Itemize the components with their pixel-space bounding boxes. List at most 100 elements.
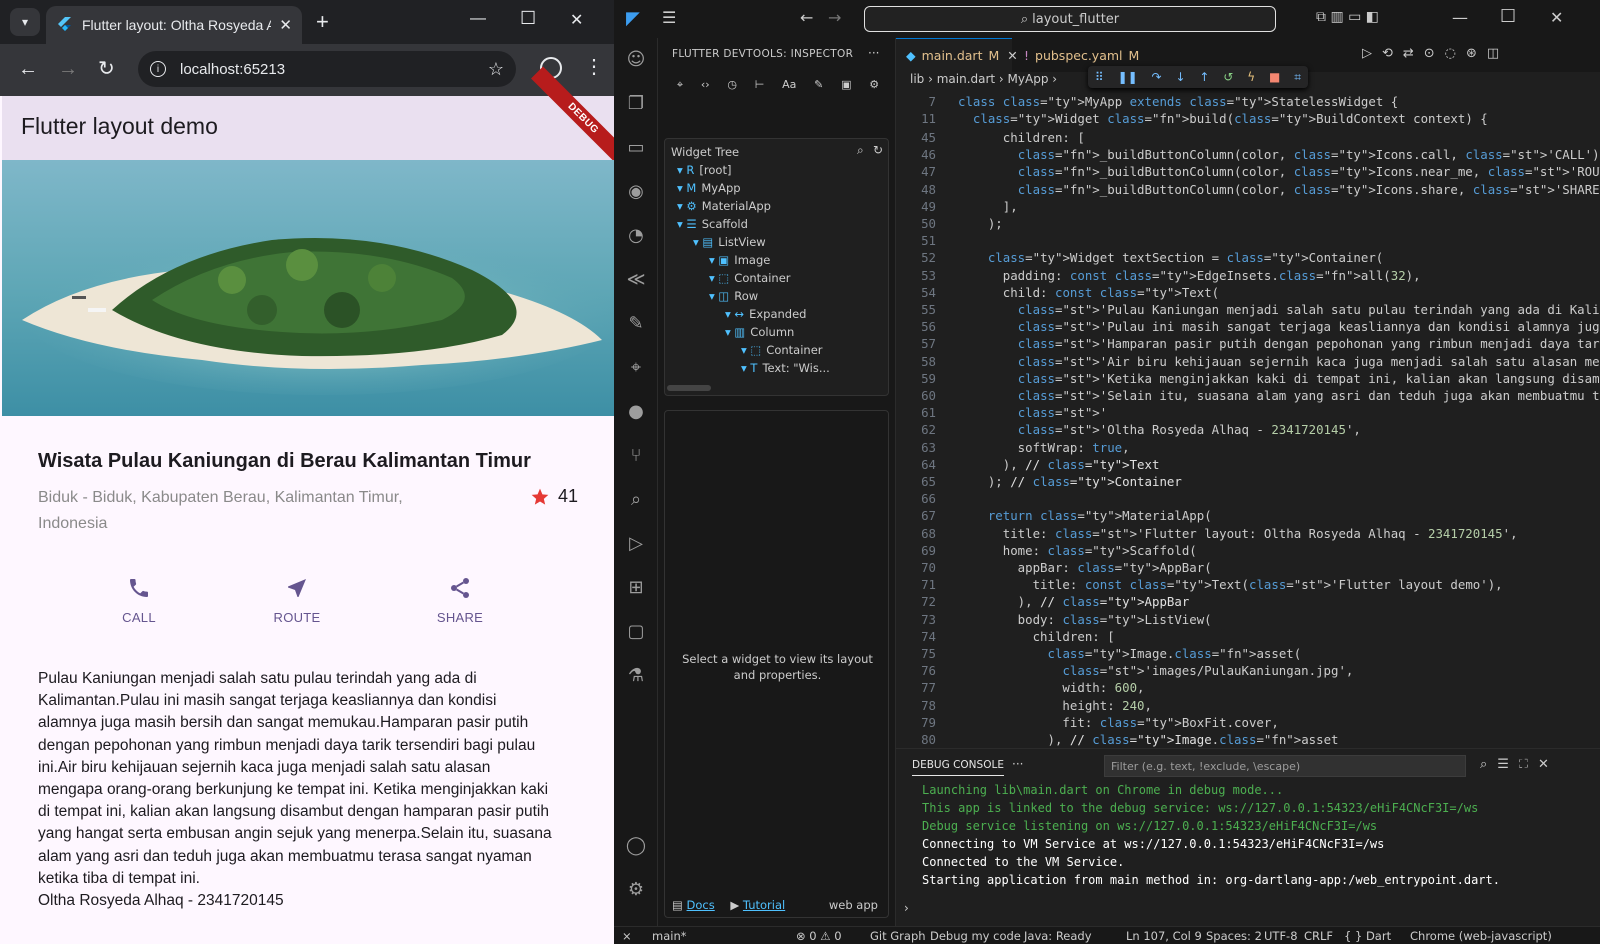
search-icon[interactable]: ⌕ <box>624 488 648 512</box>
testing-icon[interactable]: ⚗ <box>624 664 648 688</box>
code-line[interactable]: body: class="ty">ListView( <box>958 612 1212 627</box>
tree-node[interactable]: ▾ ▤ ListView <box>693 235 766 249</box>
debug-console-tab[interactable]: DEBUG CONSOLE <box>912 759 1004 776</box>
git-graph[interactable]: Git Graph <box>870 929 926 943</box>
tree-node[interactable]: ▾ R [root] <box>677 163 731 177</box>
code-line[interactable]: ), // class="ty">AppBar <box>958 594 1190 609</box>
code-line[interactable]: class="fn">_buildButtonColumn(color, cla… <box>958 164 1600 179</box>
images-icon[interactable]: ▣ <box>841 78 851 98</box>
tree-node[interactable]: ▾ M MyApp <box>677 181 741 195</box>
bookmark-star-icon[interactable]: ☆ <box>488 59 504 80</box>
code-line[interactable]: child: const class="ty">Text( <box>958 285 1219 300</box>
code-line[interactable]: class="st">'Hamparan pasir putih dengan … <box>958 336 1600 351</box>
tree-refresh-icon[interactable]: ↻ <box>873 143 883 157</box>
debug-mode[interactable]: Debug my code <box>930 929 1021 943</box>
code-line[interactable]: home: class="ty">Scaffold( <box>958 543 1197 558</box>
guidelines-icon[interactable]: ⊢ <box>755 78 765 98</box>
flutter-icon[interactable]: ≪ <box>624 268 648 292</box>
indentation[interactable]: Spaces: 2 <box>1206 929 1262 943</box>
inspector-settings-icon[interactable]: ⚙ <box>869 78 879 98</box>
step-into-icon[interactable]: ↓ <box>1175 70 1185 84</box>
tree-node[interactable]: ▾ ⚙ MaterialApp <box>677 199 771 213</box>
slow-animation-icon[interactable]: ◷ <box>727 78 737 98</box>
eol[interactable]: CRLF <box>1304 929 1333 943</box>
code-line[interactable]: children: [ <box>958 130 1085 145</box>
encoding[interactable]: UTF-8 <box>1264 929 1298 943</box>
tutorial-link[interactable]: Tutorial <box>743 898 785 912</box>
flutter-devtools-icon[interactable]: ◔ <box>624 224 648 248</box>
folder-icon[interactable]: ▭ <box>624 136 648 160</box>
tab-main-dart[interactable]: ◆ main.dart M ✕ <box>896 38 1018 72</box>
code-line[interactable]: appBar: class="ty">AppBar( <box>958 560 1212 575</box>
tree-scrollbar[interactable] <box>667 385 711 391</box>
forward-icon[interactable]: → <box>58 58 78 80</box>
run-debug-icon[interactable]: ◉ <box>624 180 648 204</box>
close-tab-icon[interactable]: ✕ <box>279 16 292 34</box>
panel-more-icon[interactable]: ··· <box>1012 757 1023 771</box>
code-line[interactable]: return class="ty">MaterialApp( <box>958 508 1212 523</box>
layout-toggles[interactable]: ⧉ ▥ ▭ ◧ <box>1316 9 1379 25</box>
remote-icon[interactable]: ⨯ <box>622 929 632 943</box>
github-icon[interactable]: ● <box>624 400 648 424</box>
back-icon[interactable]: ← <box>18 58 38 80</box>
code-line[interactable]: class="ty">Widget textSection = class="t… <box>958 250 1383 265</box>
code-line[interactable]: class="fn">_buildButtonColumn(color, cla… <box>958 182 1600 197</box>
drag-handle-icon[interactable]: ⠿ <box>1095 70 1104 84</box>
code-line[interactable]: ); // class="ty">Container <box>958 474 1182 489</box>
code-line[interactable]: ); <box>958 216 1003 231</box>
vsc-maximize-icon[interactable]: ☐ <box>1500 6 1516 27</box>
code-line[interactable]: class="st">' <box>958 405 1108 420</box>
call-button[interactable]: CALL <box>94 576 184 625</box>
inspector-toolbar[interactable]: ⌖ ‹› ◷ ⊢ Aa ✎ ▣ ⚙ <box>668 78 888 98</box>
editor-actions[interactable]: ▷⟲⇄⊙◌⊛◫ <box>1362 46 1509 61</box>
close-window-icon[interactable]: ✕ <box>570 10 583 30</box>
java-status[interactable]: Java: Ready <box>1024 929 1092 943</box>
code-line[interactable]: ), // class="ty">Image.class="fn">asset <box>958 732 1339 747</box>
tree-node[interactable]: ▾ ◫ Row <box>709 289 758 303</box>
extensions-icon[interactable]: ⊞ <box>624 576 648 600</box>
code-line[interactable]: title: class="st">'Flutter layout: Oltha… <box>958 526 1518 541</box>
tree-search-icon[interactable]: ⌕ <box>857 143 864 158</box>
breadcrumb[interactable]: lib › main.dart › MyApp › <box>910 72 1057 86</box>
tree-node[interactable]: ▾ ▣ Image <box>709 253 770 267</box>
console-prompt-icon[interactable]: › <box>904 901 909 915</box>
address-bar[interactable]: i localhost:65213 ☆ <box>138 51 516 87</box>
step-over-icon[interactable]: ↷ <box>1152 70 1162 84</box>
more-actions-icon[interactable]: ··· <box>868 46 879 60</box>
debug-icon[interactable]: ▷ <box>624 532 648 556</box>
docs-link[interactable]: Docs <box>687 898 715 912</box>
vsc-minimize-icon[interactable]: — <box>1452 8 1468 27</box>
site-info-icon[interactable]: i <box>150 61 166 77</box>
code-line[interactable]: class class="ty">MyApp extends class="ty… <box>958 94 1398 109</box>
code-line[interactable]: class="ty">Widget class="fn">build(class… <box>958 111 1488 126</box>
device[interactable]: Chrome (web-javascript) <box>1410 929 1552 943</box>
code-line[interactable]: class="st">'Ketika menginjakkan kaki di … <box>958 371 1600 386</box>
tree-node[interactable]: ▾ ▥ Column <box>725 325 794 339</box>
code-line[interactable]: class="st">'Air biru kehijauan sejernih … <box>958 354 1600 369</box>
code-line[interactable]: class="st">'Selain itu, suasana alam yan… <box>958 388 1600 403</box>
maximize-icon[interactable]: ☐ <box>520 8 536 29</box>
reload-icon[interactable]: ↻ <box>98 58 115 80</box>
minimize-icon[interactable]: — <box>470 10 486 28</box>
baselines-icon[interactable]: Aa <box>782 78 796 98</box>
code-line[interactable]: class="ty">Image.class="fn">asset( <box>958 646 1302 661</box>
code-editor[interactable]: 7 class class="ty">MyApp extends class="t… <box>896 94 1600 748</box>
code-line[interactable]: children: [ <box>958 629 1115 644</box>
select-widget-icon[interactable]: ⌖ <box>677 78 683 98</box>
tree-node[interactable]: ▾ ↔ Expanded <box>725 307 806 321</box>
hot-reload-icon[interactable]: ϟ <box>1247 70 1255 84</box>
hot-restart-icon[interactable]: ↺ <box>1223 70 1233 84</box>
nav-back-icon[interactable]: ← <box>800 8 813 27</box>
debug-toolbar[interactable]: ⠿ ❚❚ ↷ ↓ ↑ ↺ ϟ ■ ⌗ <box>1088 66 1308 88</box>
code-line[interactable]: class="st">'Pulau Kaniungan menjadi sala… <box>958 302 1600 317</box>
source-control-icon[interactable]: ⑂ <box>624 444 648 468</box>
tree-node[interactable]: ▾ ⬚ Container <box>709 271 791 285</box>
console-filter-input[interactable]: Filter (e.g. text, !exclude, \escape) <box>1104 755 1466 777</box>
code-line[interactable]: padding: const class="ty">EdgeInsets.cla… <box>958 268 1421 283</box>
code-line[interactable]: class="st">'Oltha Rosyeda Alhaq - 234172… <box>958 422 1361 437</box>
branch[interactable]: main* <box>652 929 686 943</box>
route-button[interactable]: ROUTE <box>252 576 342 625</box>
problems[interactable]: ⊗ 0 ⚠ 0 <box>796 929 842 943</box>
repaint-icon[interactable]: ✎ <box>814 78 823 98</box>
language-mode[interactable]: { } Dart <box>1344 929 1391 943</box>
